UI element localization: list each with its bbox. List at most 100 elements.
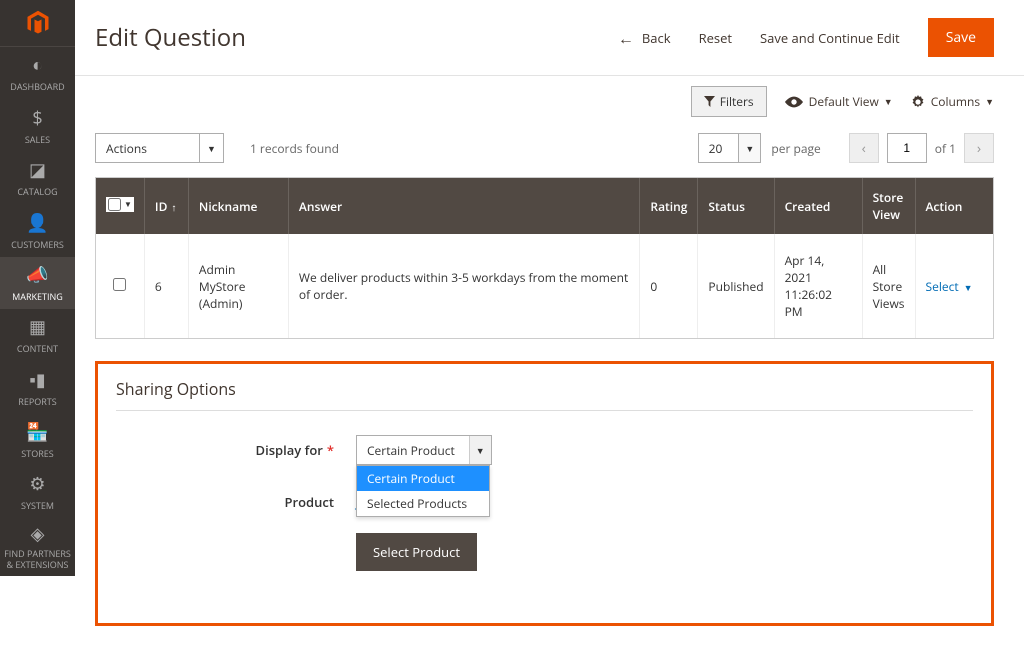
- column-checkbox[interactable]: ▼: [96, 178, 144, 234]
- display-for-select[interactable]: Certain Product ▼: [356, 435, 492, 465]
- chevron-down-icon: ▼: [199, 134, 223, 162]
- columns-label: Columns: [931, 93, 980, 110]
- back-button[interactable]: Back: [618, 27, 671, 49]
- sidebar-item-system[interactable]: ⚙ SYSTEM: [0, 466, 75, 518]
- dollar-icon: $: [32, 106, 42, 130]
- sharing-options-panel: Sharing Options Display for* Certain Pro…: [95, 361, 994, 626]
- cell-nickname: Admin MyStore (Admin): [188, 234, 288, 338]
- cell-created: Apr 14, 2021 11:26:02 PM: [774, 234, 862, 338]
- save-continue-button[interactable]: Save and Continue Edit: [760, 29, 900, 47]
- box-icon: ◪: [29, 158, 46, 182]
- store-icon: 🏪: [26, 420, 48, 444]
- cell-status: Published: [698, 234, 774, 338]
- select-all-checkbox[interactable]: [108, 198, 121, 211]
- pagination: ‹ of 1 ›: [849, 133, 994, 163]
- columns-dropdown[interactable]: Columns ▼: [911, 93, 994, 110]
- product-label: Product: [116, 487, 356, 511]
- sidebar-item-customers[interactable]: 👤 CUSTOMERS: [0, 204, 75, 256]
- sidebar-item-label: FIND PARTNERS & EXTENSIONS: [2, 549, 73, 571]
- sidebar-item-label: CATALOG: [17, 185, 57, 198]
- column-rating[interactable]: Rating: [640, 178, 698, 234]
- sidebar-item-label: SYSTEM: [21, 499, 54, 512]
- display-for-value: Certain Product: [357, 442, 469, 459]
- per-page-label: per page: [771, 140, 820, 157]
- chevron-down-icon: ▼: [985, 95, 994, 108]
- default-view-dropdown[interactable]: Default View ▼: [785, 93, 893, 110]
- grid-toolbar: Filters Default View ▼ Columns ▼: [75, 76, 1024, 125]
- chart-icon: ▪▮: [29, 368, 45, 392]
- sidebar-item-label: REPORTS: [18, 395, 56, 408]
- sidebar-item-label: STORES: [21, 447, 53, 460]
- magento-logo[interactable]: [0, 0, 75, 47]
- column-status[interactable]: Status: [698, 178, 774, 234]
- save-button[interactable]: Save: [928, 18, 994, 57]
- sharing-options-title: Sharing Options: [116, 378, 973, 400]
- display-for-options: Certain Product Selected Products: [356, 465, 490, 517]
- sidebar-item-label: CONTENT: [17, 342, 58, 355]
- sidebar-item-sales[interactable]: $ SALES: [0, 100, 75, 152]
- cell-answer: We deliver products within 3-5 workdays …: [288, 234, 640, 338]
- cell-rating: 0: [640, 234, 698, 338]
- option-certain-product[interactable]: Certain Product: [357, 466, 489, 491]
- row-action-select[interactable]: Select▼: [926, 278, 973, 295]
- sidebar-item-partners[interactable]: ◈ FIND PARTNERS & EXTENSIONS: [0, 519, 75, 576]
- sidebar-item-content[interactable]: ▦ CONTENT: [0, 309, 75, 361]
- cell-store-view: All Store Views: [862, 234, 915, 338]
- gear-icon: [911, 95, 925, 109]
- page-title: Edit Question: [95, 21, 604, 54]
- per-page-select[interactable]: 20 ▼: [698, 133, 762, 163]
- product-field: Product Joust Duffle Bag: [116, 487, 973, 511]
- sidebar-item-marketing[interactable]: 📣 MARKETING: [0, 257, 75, 309]
- person-icon: 👤: [26, 211, 48, 235]
- partners-icon: ◈: [31, 524, 45, 546]
- default-view-label: Default View: [809, 93, 879, 110]
- next-page-button[interactable]: ›: [964, 133, 994, 163]
- chevron-down-icon: ▼: [884, 95, 893, 108]
- sidebar-item-label: SALES: [25, 133, 50, 146]
- prev-page-button[interactable]: ‹: [849, 133, 879, 163]
- megaphone-icon: 📣: [26, 263, 48, 287]
- layout-icon: ▦: [29, 315, 46, 339]
- chevron-down-icon: ▼: [964, 281, 973, 294]
- records-count: 1 records found: [250, 140, 339, 157]
- sidebar-item-reports[interactable]: ▪▮ REPORTS: [0, 361, 75, 413]
- row-checkbox[interactable]: [113, 278, 126, 291]
- sidebar-item-label: MARKETING: [12, 290, 63, 303]
- table-row: 6 Admin MyStore (Admin) We deliver produ…: [96, 234, 993, 338]
- gear-icon: ⚙: [29, 472, 45, 496]
- sidebar-item-dashboard[interactable]: ◐ DASHBOARD: [0, 47, 75, 99]
- funnel-icon: [704, 96, 715, 107]
- option-selected-products[interactable]: Selected Products: [357, 491, 489, 516]
- display-for-label: Display for*: [116, 435, 356, 459]
- per-page-control: 20 ▼ per page: [698, 133, 821, 163]
- actions-dropdown[interactable]: Actions ▼: [95, 133, 224, 163]
- dashboard-icon: ◐: [32, 53, 43, 77]
- sidebar-item-stores[interactable]: 🏪 STORES: [0, 414, 75, 466]
- sidebar-item-label: DASHBOARD: [10, 80, 64, 93]
- sidebar-item-label: CUSTOMERS: [11, 238, 64, 251]
- column-created[interactable]: Created: [774, 178, 862, 234]
- sidebar-item-catalog[interactable]: ◪ CATALOG: [0, 152, 75, 204]
- eye-icon: [785, 96, 803, 108]
- per-page-value: 20: [699, 140, 739, 157]
- chevron-down-icon: ▼: [469, 436, 491, 464]
- actions-label: Actions: [96, 140, 199, 157]
- chevron-down-icon: ▼: [124, 199, 132, 210]
- filters-label: Filters: [720, 93, 754, 110]
- column-action[interactable]: Action: [915, 178, 993, 234]
- page-input[interactable]: [887, 133, 927, 163]
- reset-button[interactable]: Reset: [699, 29, 732, 47]
- column-answer[interactable]: Answer: [288, 178, 640, 234]
- column-store-view[interactable]: Store View: [862, 178, 915, 234]
- page-of-label: of 1: [935, 140, 956, 157]
- select-product-button[interactable]: Select Product: [356, 533, 477, 571]
- page-header: Edit Question Back Reset Save and Contin…: [75, 0, 1024, 76]
- answers-grid: ▼ ID↑ Nickname Answer Rating Status Crea…: [95, 177, 994, 339]
- column-nickname[interactable]: Nickname: [188, 178, 288, 234]
- column-id[interactable]: ID↑: [144, 178, 188, 234]
- select-product-row: Select Product: [116, 533, 973, 571]
- filters-button[interactable]: Filters: [691, 86, 767, 117]
- display-for-field: Display for* Certain Product ▼ Certain P…: [116, 435, 973, 465]
- grid-controls: Actions ▼ 1 records found 20 ▼ per page …: [75, 125, 1024, 177]
- admin-sidebar: ◐ DASHBOARD $ SALES ◪ CATALOG 👤 CUSTOMERS 📣 M…: [0, 0, 75, 576]
